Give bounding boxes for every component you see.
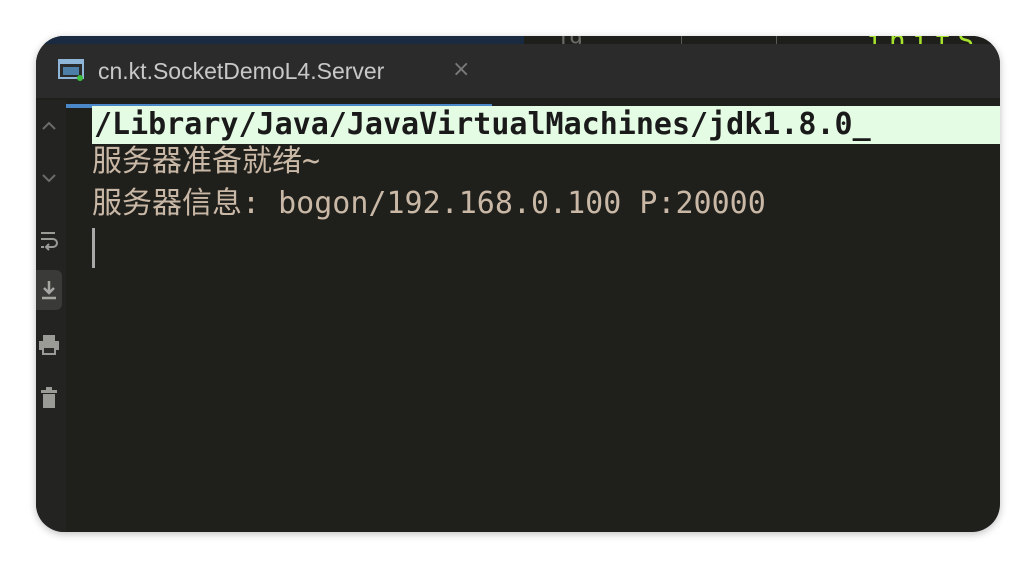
tab-title: cn.kt.SocketDemoL4.Server xyxy=(98,58,385,84)
close-icon[interactable]: × xyxy=(452,57,470,82)
print-icon[interactable] xyxy=(36,324,62,364)
trash-icon[interactable] xyxy=(36,378,62,418)
soft-wrap-icon[interactable] xyxy=(36,220,62,260)
editor-strip: 19 initS xyxy=(36,36,1000,57)
java-path-line: /Library/Java/JavaVirtualMachines/jdk1.8… xyxy=(92,106,1000,144)
run-console-window: 19 initS cn.kt.SocketDemoL4.Server × xyxy=(36,36,1000,532)
server-ready-line: 服务器准备就绪~ xyxy=(92,144,321,179)
console-output[interactable]: /Library/Java/JavaVirtualMachines/jdk1.8… xyxy=(92,100,1000,532)
text-caret xyxy=(92,228,95,268)
tab-bar: cn.kt.SocketDemoL4.Server × xyxy=(36,44,1000,108)
scroll-to-end-icon[interactable] xyxy=(36,270,62,310)
scroll-down-icon[interactable] xyxy=(36,158,62,198)
tab-server[interactable]: cn.kt.SocketDemoL4.Server × xyxy=(36,44,492,108)
scroll-up-icon[interactable] xyxy=(36,106,62,146)
console-toolbar xyxy=(36,100,66,532)
server-info-line: 服务器信息: bogon/192.168.0.100 P:20000 xyxy=(92,186,766,221)
console-run-icon xyxy=(58,59,84,81)
